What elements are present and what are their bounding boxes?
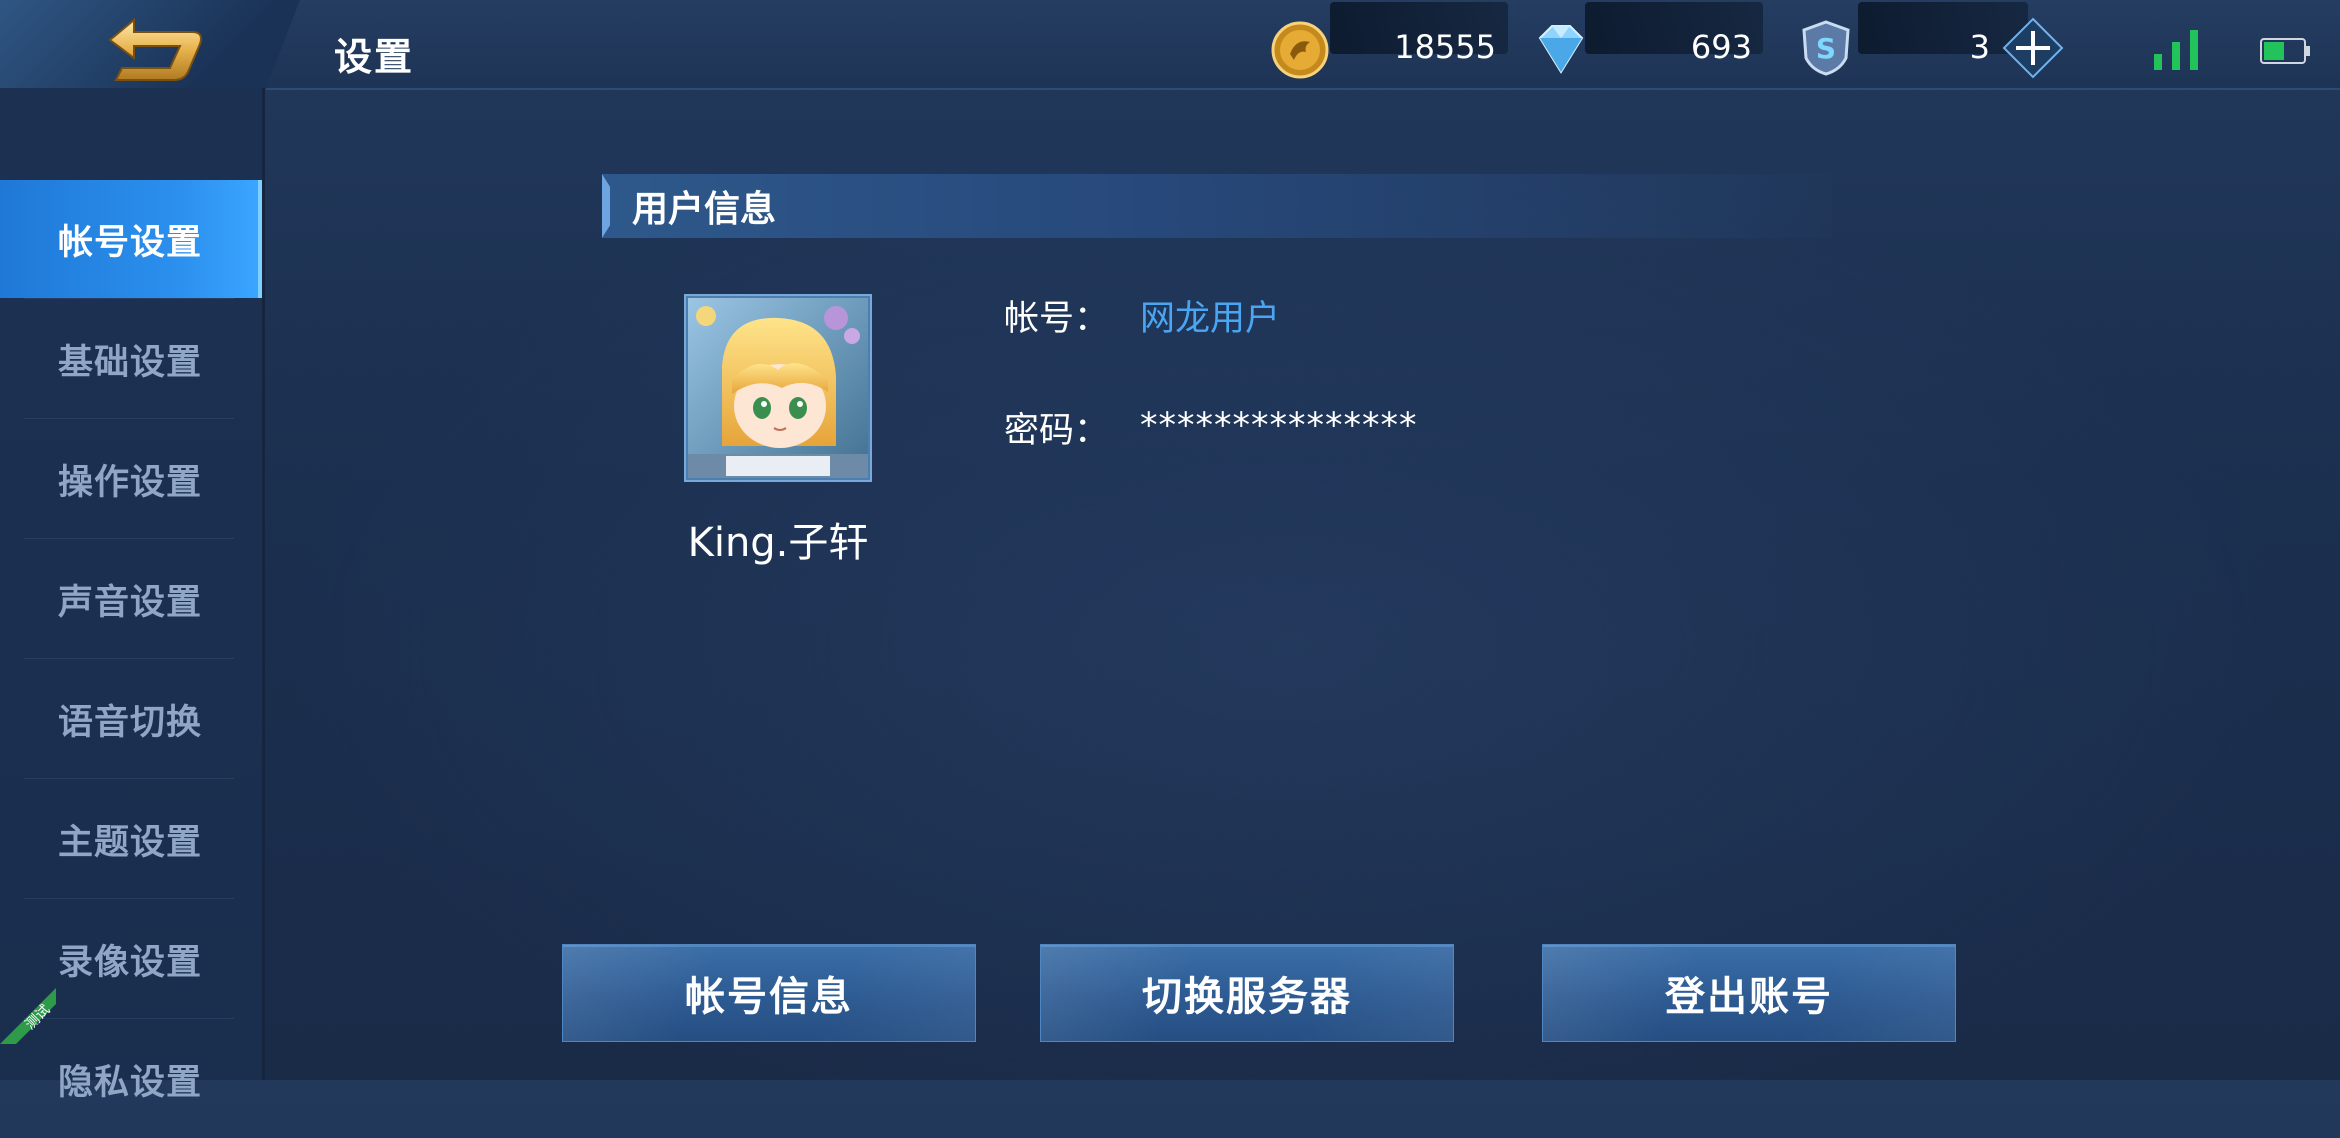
- logout-button-label: 登出账号: [1665, 974, 1833, 1020]
- username: King.子轩: [687, 520, 869, 566]
- signal-icon: [2152, 28, 2204, 72]
- divider: [24, 418, 234, 419]
- account-info-button[interactable]: 帐号信息: [562, 944, 976, 1042]
- sidebar-item-theme-settings[interactable]: 主题设置: [0, 780, 262, 898]
- back-arrow-icon[interactable]: [96, 14, 208, 84]
- ticket-amount: 3: [1969, 28, 1990, 66]
- sidebar-item-label: 语音切换: [58, 702, 203, 743]
- battery-icon: [2260, 36, 2312, 66]
- section-title: 用户信息: [632, 189, 777, 230]
- page-title: 设置: [334, 35, 415, 79]
- logout-button[interactable]: 登出账号: [1542, 944, 1956, 1042]
- sidebar-item-basic-settings[interactable]: 基础设置: [0, 300, 262, 418]
- sidebar-item-label: 操作设置: [58, 462, 203, 503]
- add-currency-icon[interactable]: [2002, 17, 2064, 79]
- settings-sidebar: 帐号设置 基础设置 操作设置 声音设置 语音切换 主题设置 录像设置 测试 隐私…: [0, 88, 265, 1103]
- diamond-amount: 693: [1690, 28, 1752, 66]
- sidebar-item-account-settings[interactable]: 帐号设置: [0, 180, 262, 298]
- divider: [24, 538, 234, 539]
- sidebar-item-label: 主题设置: [58, 822, 203, 863]
- sidebar-item-label: 帐号设置: [58, 222, 203, 263]
- password-label: 密码：: [1004, 411, 1110, 451]
- divider: [24, 658, 234, 659]
- sidebar-item-label: 基础设置: [58, 342, 203, 383]
- sidebar-item-label: 声音设置: [58, 582, 203, 623]
- sidebar-item-label: 隐私设置: [58, 1062, 203, 1103]
- gold-amount: 18555: [1394, 28, 1496, 66]
- sidebar-item-control-settings[interactable]: 操作设置: [0, 420, 262, 538]
- divider: [24, 298, 234, 299]
- diamond-icon: [1530, 18, 1590, 78]
- switch-server-button-label: 切换服务器: [1142, 974, 1352, 1020]
- user-info-header: [602, 174, 1832, 238]
- account-label: 帐号：: [1004, 299, 1110, 339]
- divider: [24, 1018, 234, 1019]
- password-value: ***************: [1140, 406, 1418, 446]
- divider: [24, 898, 234, 899]
- top-bar: 设置 18555 693 S 3: [0, 0, 2340, 104]
- divider: [24, 778, 234, 779]
- sidebar-item-label: 录像设置: [58, 942, 203, 983]
- account-info-button-label: 帐号信息: [685, 974, 853, 1020]
- sidebar-item-privacy-settings[interactable]: 隐私设置: [0, 1020, 262, 1138]
- sidebar-item-sound-settings[interactable]: 声音设置: [0, 540, 262, 658]
- gold-coin-icon: [1270, 20, 1330, 80]
- svg-text:S: S: [1816, 32, 1836, 65]
- s-ticket-icon: S: [1796, 18, 1856, 78]
- avatar[interactable]: [684, 294, 872, 482]
- sidebar-item-voice-switch[interactable]: 语音切换: [0, 660, 262, 778]
- account-value: 网龙用户: [1140, 299, 1281, 339]
- switch-server-button[interactable]: 切换服务器: [1040, 944, 1454, 1042]
